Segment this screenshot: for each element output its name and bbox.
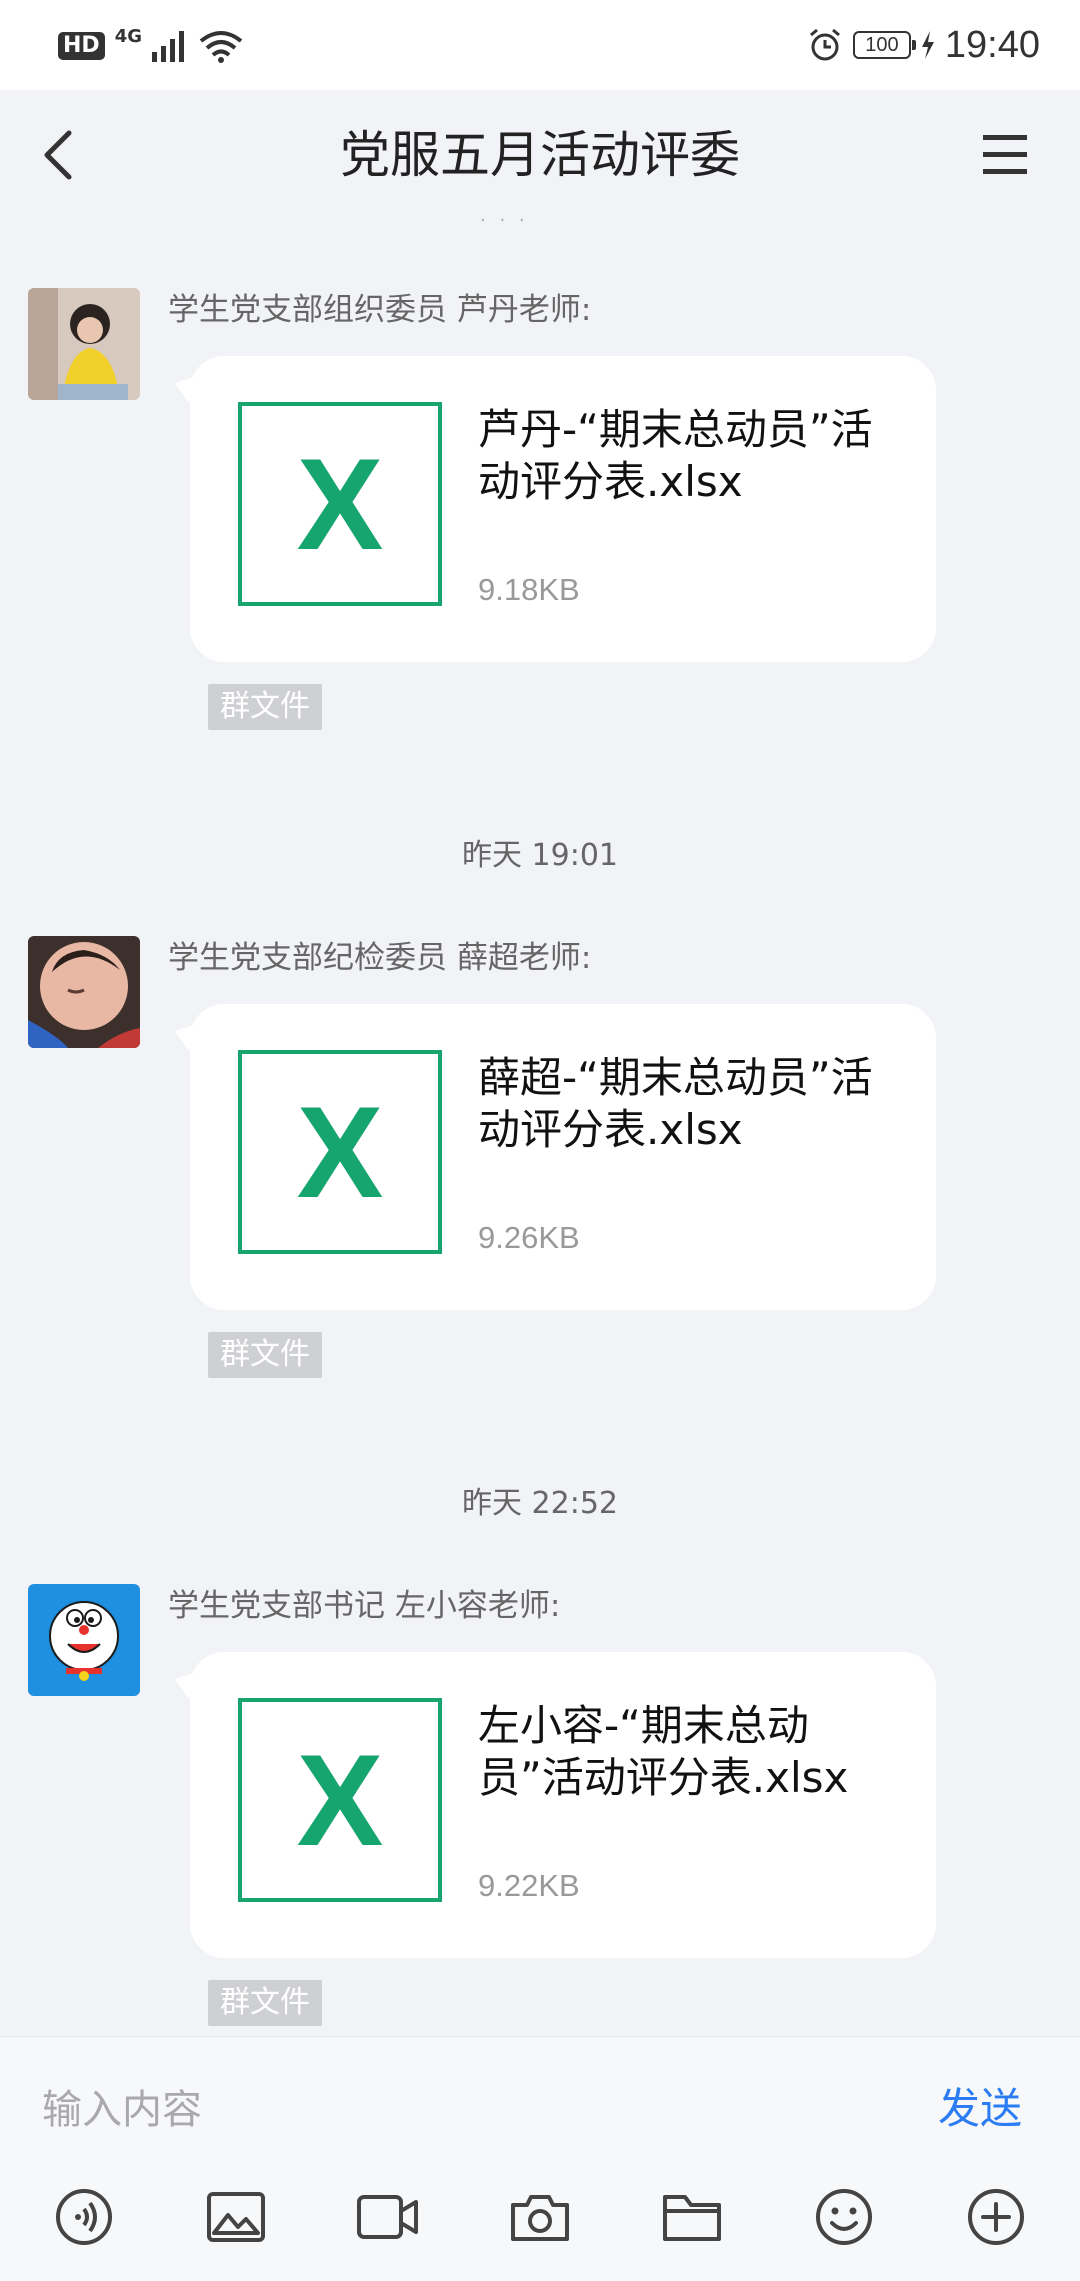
- excel-file-icon: X: [238, 1698, 442, 1902]
- image-icon: [207, 2192, 265, 2242]
- sender-name: 学生党支部组织委员 芦丹老师:: [168, 292, 592, 328]
- file-card[interactable]: X 芦丹-“期末总动员”活动评分表.xlsx 9.18KB: [190, 356, 936, 662]
- folder-icon: [663, 2195, 721, 2241]
- video-button[interactable]: [348, 2177, 428, 2257]
- emoji-button[interactable]: [804, 2177, 884, 2257]
- avatar[interactable]: [28, 288, 140, 400]
- loading-dots: · · ·: [480, 210, 529, 231]
- camera-icon: [511, 2195, 569, 2241]
- video-icon: [357, 2195, 418, 2239]
- hamburger-menu-icon: [983, 135, 1027, 174]
- file-name: 芦丹-“期末总动员”活动评分表.xlsx: [478, 405, 873, 506]
- file-name: 左小容-“期末总动员”活动评分表.xlsx: [478, 1701, 849, 1802]
- emoji-icon: [816, 2189, 872, 2245]
- battery-indicator: 100: [852, 31, 916, 59]
- network-type: 4G: [114, 26, 142, 47]
- input-bar: 输入内容 发送: [0, 2036, 1080, 2281]
- excel-file-icon: X: [238, 1050, 442, 1254]
- status-time: 19:40: [944, 23, 1040, 66]
- voice-icon: [56, 2189, 112, 2245]
- status-left: HD 4G: [58, 24, 244, 68]
- file-card[interactable]: X 薛超-“期末总动员”活动评分表.xlsx 9.26KB: [190, 1004, 936, 1310]
- camera-button[interactable]: [500, 2177, 580, 2257]
- file-size: 9.18KB: [478, 572, 580, 607]
- folder-button[interactable]: [652, 2177, 732, 2257]
- wifi-icon: [199, 31, 243, 63]
- hd-indicator: HD: [58, 32, 105, 60]
- doraemon-avatar-icon: [28, 1584, 140, 1696]
- file-name: 薛超-“期末总动员”活动评分表.xlsx: [478, 1053, 873, 1154]
- message-timestamp: 昨天 19:01: [462, 838, 618, 873]
- avatar[interactable]: [28, 936, 140, 1048]
- status-bar: HD 4G 100 19:40: [0, 0, 1080, 90]
- alarm-icon: [809, 28, 840, 61]
- avatar[interactable]: [28, 1584, 140, 1696]
- toolbar: [0, 2177, 1080, 2257]
- menu-button[interactable]: [970, 120, 1040, 190]
- chat-header: 党服五月活动评委: [0, 90, 1080, 220]
- voice-button[interactable]: [44, 2177, 124, 2257]
- message-input[interactable]: 输入内容: [42, 2077, 202, 2135]
- file-size: 9.22KB: [478, 1868, 580, 1903]
- status-right: 100 19:40: [807, 22, 1040, 68]
- group-file-tag: 群文件: [208, 684, 322, 730]
- group-file-tag: 群文件: [208, 1980, 322, 2026]
- chat-title: 党服五月活动评委: [340, 126, 740, 184]
- excel-file-icon: X: [238, 402, 442, 606]
- message-timestamp: 昨天 22:52: [462, 1486, 618, 1521]
- sender-name: 学生党支部纪检委员 薛超老师:: [168, 940, 592, 976]
- sender-name: 学生党支部书记 左小容老师:: [168, 1588, 561, 1624]
- group-file-tag: 群文件: [208, 1332, 322, 1378]
- charging-icon: [921, 31, 934, 59]
- signal-icon: [152, 31, 184, 62]
- send-button[interactable]: 发送: [938, 2075, 1022, 2136]
- file-card[interactable]: X 左小容-“期末总动员”活动评分表.xlsx 9.22KB: [190, 1652, 936, 1958]
- avatar-image-icon: [28, 288, 140, 400]
- file-size: 9.26KB: [478, 1220, 580, 1255]
- image-button[interactable]: [196, 2177, 276, 2257]
- plus-icon: [968, 2189, 1024, 2245]
- more-button[interactable]: [956, 2177, 1036, 2257]
- avatar-image-icon: [28, 936, 140, 1048]
